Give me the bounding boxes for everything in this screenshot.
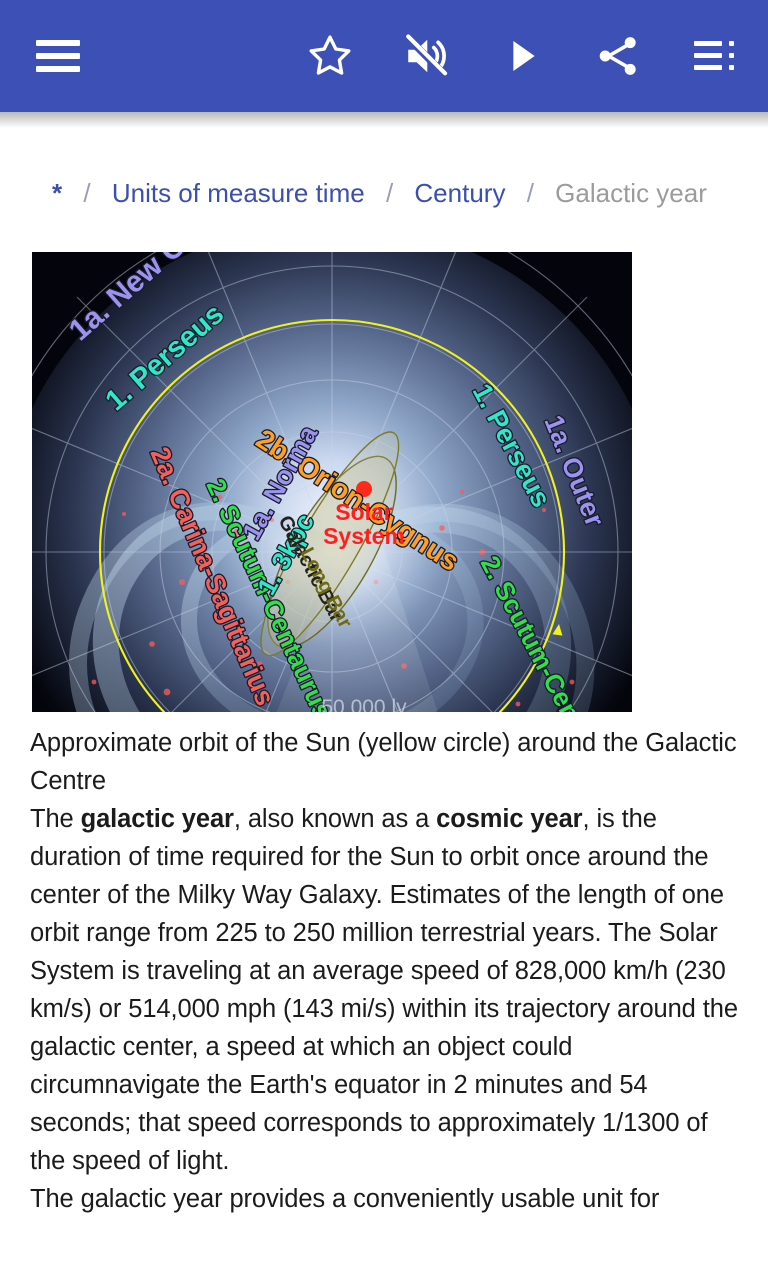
text-fragment: , also known as a [233, 805, 437, 833]
text-fragment: , is the duration of time required for t… [30, 805, 738, 1175]
galaxy-figure[interactable]: 1a. New Outer 1. Perseus 2b. Orion-Cygnu… [32, 252, 632, 712]
breadcrumb-item-home[interactable]: * [52, 178, 62, 208]
mute-button[interactable] [390, 20, 462, 92]
volume-off-icon [403, 33, 450, 80]
list-icon [694, 41, 734, 71]
contents-button[interactable] [678, 20, 750, 92]
favorite-button[interactable] [294, 20, 366, 92]
breadcrumb-item-century[interactable]: Century [414, 178, 505, 208]
label-solar-system-line1: Solar [335, 499, 393, 525]
label-solar-system-line2: System [323, 523, 405, 549]
app-bar [0, 0, 768, 112]
play-icon [513, 41, 535, 71]
figure-caption: Approximate orbit of the Sun (yellow cir… [30, 729, 737, 795]
breadcrumb-separator: / [385, 178, 394, 208]
share-button[interactable] [582, 20, 654, 92]
breadcrumb-separator: / [526, 178, 534, 208]
term-cosmic-year: cosmic year [436, 805, 583, 833]
breadcrumb-item-units-of-measure-time[interactable]: Units of measure time [112, 178, 365, 208]
star-icon [309, 35, 351, 75]
appbar-actions [270, 20, 750, 92]
share-icon [599, 37, 636, 75]
term-galactic-year: galactic year [80, 805, 234, 833]
play-button[interactable] [486, 20, 558, 92]
paragraph-usage: The galactic year provides a convenientl… [30, 1185, 660, 1213]
breadcrumb-separator: / [83, 178, 91, 208]
menu-button[interactable] [22, 20, 94, 92]
text-fragment: The [30, 805, 81, 833]
paragraph-definition: The galactic year, also known as a cosmi… [30, 800, 738, 1180]
milky-way-map-image: 1a. New Outer 1. Perseus 2b. Orion-Cygnu… [32, 252, 632, 712]
hamburger-icon [36, 40, 80, 72]
article-body: Approximate orbit of the Sun (yellow cir… [0, 712, 768, 1218]
label-scale-ly: 50 000 ly [321, 696, 407, 712]
app-bar-shadow [0, 112, 768, 128]
breadcrumb-item-galactic-year: Galactic year [555, 178, 707, 208]
